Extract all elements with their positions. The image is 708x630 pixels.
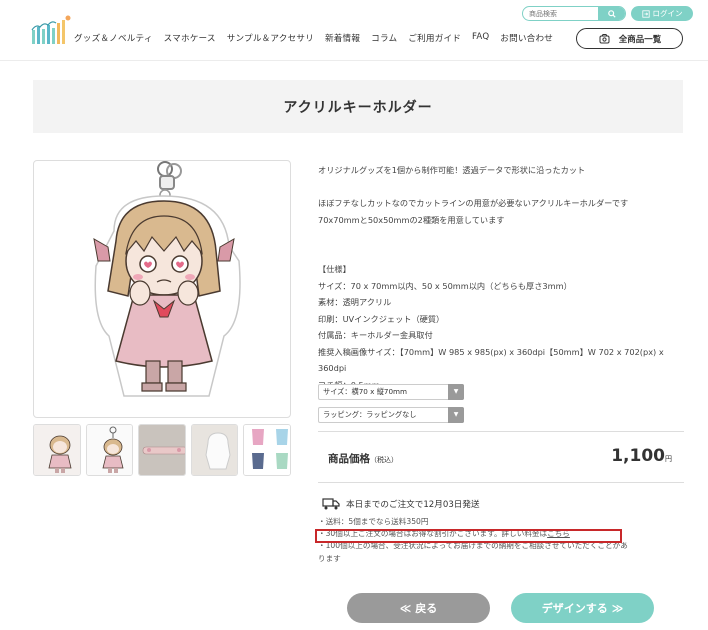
highlight-box — [315, 529, 622, 543]
spec-accessory: 付属品：キーホルダー金具取付 — [318, 330, 433, 340]
page-title-band: アクリルキーホルダー — [33, 80, 683, 133]
price-box: 商品価格（税込） 1,100円 — [318, 431, 684, 483]
goods-icon — [599, 33, 610, 43]
truck-icon — [322, 498, 340, 510]
shipping-headline: 本日までのご注文で12月03日発送 — [322, 498, 480, 510]
nav-samples[interactable]: サンプル＆アクセサリ — [227, 32, 314, 44]
tax-note: （税込） — [370, 456, 398, 464]
nav-goods[interactable]: グッズ＆ノベルティ — [74, 32, 153, 44]
back-button[interactable]: ≪ 戻る — [347, 593, 490, 623]
search-icon — [607, 9, 616, 18]
thumbnail-3[interactable] — [138, 424, 186, 476]
thumbnail-back-view-image — [191, 425, 238, 475]
search-box — [522, 6, 626, 21]
design-button[interactable]: デザインする ≫ — [511, 593, 654, 623]
nav-column[interactable]: コラム — [371, 32, 397, 44]
all-products-button[interactable]: 全商品一覧 — [576, 28, 683, 49]
spec-print: 印刷：UVインクジェット（硬質） — [318, 313, 445, 324]
price-label-text: 商品価格 — [328, 453, 370, 465]
note-lead-time-cont: ります — [318, 553, 341, 563]
header: グッズ＆ノベルティ スマホケース サンプル＆アクセサリ 新着情報 コラム ご利用… — [0, 0, 708, 60]
thumbnail-4[interactable] — [190, 424, 239, 476]
main-nav: グッズ＆ノベルティ スマホケース サンプル＆アクセサリ 新着情報 コラム ご利用… — [74, 32, 564, 44]
header-divider — [0, 60, 708, 61]
login-icon — [641, 9, 650, 18]
search-input[interactable] — [529, 7, 599, 20]
login-button[interactable]: ログイン — [631, 6, 693, 21]
shipping-headline-text: 本日までのご注文で12月03日発送 — [346, 500, 480, 510]
chevron-down-icon: ▼ — [448, 407, 464, 423]
thumbnail-list — [33, 424, 291, 476]
keychain-illustration — [93, 161, 241, 397]
price-value: 1,100円 — [611, 446, 672, 466]
thumbnail-2[interactable] — [85, 424, 134, 476]
price-amount: 1,100 — [611, 446, 665, 466]
login-label: ログイン — [652, 9, 683, 18]
double-chevron-left-icon: ≪ — [399, 601, 412, 615]
spec-heading: 【仕様】 — [318, 264, 351, 274]
back-button-label: 戻る — [415, 602, 438, 615]
double-chevron-right-icon: ≫ — [611, 601, 624, 615]
thumbnail-keychain-chain-image — [86, 425, 133, 475]
thumbnail-wrapping-image — [244, 425, 290, 475]
page-title: アクリルキーホルダー — [283, 99, 433, 116]
thumbnail-side-view-image — [139, 425, 185, 475]
wrapping-select-value: ラッピング：ラッピングなし — [323, 410, 417, 419]
logo-icon[interactable] — [30, 14, 74, 46]
spec-size: サイズ：70 x 70mm以内、50 x 50mm以内（どちらも厚さ3mm） — [318, 280, 572, 291]
wrapping-select[interactable]: ラッピング：ラッピングなし ▼ — [318, 407, 464, 423]
all-products-label: 全商品一覧 — [618, 34, 662, 45]
nav-news[interactable]: 新着情報 — [325, 32, 360, 44]
search-button[interactable] — [598, 7, 625, 20]
size-select-value: サイズ：横70 x 縦70mm — [323, 387, 408, 396]
note-shipping-fee: ・送料：5個までなら送料350円 — [318, 517, 429, 526]
thumbnail-1[interactable] — [33, 424, 81, 476]
desc-line: ほぼフチなしカットなのでカットラインの用意が必要ないアクリルキーホルダーです — [318, 198, 629, 208]
thumbnail-keychain-image — [34, 425, 80, 475]
spec-image-size: 推奨入稿画像サイズ：【70mm】W 985 x 985(px) x 360dpi… — [318, 346, 664, 357]
nav-contact[interactable]: お問い合わせ — [500, 32, 553, 44]
spec-material: 素材：透明アクリル — [318, 297, 392, 307]
nav-guide[interactable]: ご利用ガイド — [408, 32, 461, 44]
spec-image-size-cont: 360dpi — [318, 363, 347, 373]
price-label: 商品価格（税込） — [328, 451, 398, 466]
thumbnail-5[interactable] — [243, 424, 291, 476]
desc-line: オリジナルグッズを1個から制作可能！透過データで形状に沿ったカット — [318, 165, 586, 175]
nav-phonecase[interactable]: スマホケース — [164, 32, 216, 44]
product-description: オリジナルグッズを1個から制作可能！透過データで形状に沿ったカット ほぼフチなし… — [318, 162, 688, 393]
price-unit: 円 — [665, 455, 672, 463]
nav-faq[interactable]: FAQ — [472, 32, 489, 44]
chevron-down-icon: ▼ — [448, 384, 464, 400]
size-select[interactable]: サイズ：横70 x 縦70mm ▼ — [318, 384, 464, 400]
desc-line: 70x70mmと50x50mmの2種類を用意しています — [318, 214, 505, 225]
design-button-label: デザインする — [541, 602, 608, 615]
product-main-image[interactable] — [33, 160, 291, 418]
